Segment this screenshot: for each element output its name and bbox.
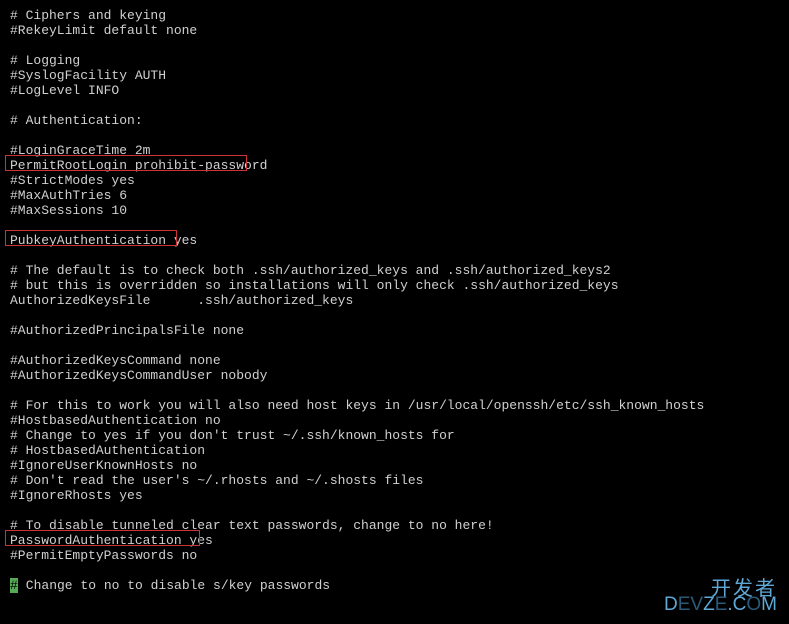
cursor: # xyxy=(10,578,18,593)
config-line: # Ciphers and keying xyxy=(10,8,779,23)
config-file-editor[interactable]: # Ciphers and keying#RekeyLimit default … xyxy=(0,0,789,601)
config-line: #LoginGraceTime 2m xyxy=(10,143,779,158)
config-line: #MaxAuthTries 6 xyxy=(10,188,779,203)
config-line: #AuthorizedKeysCommandUser nobody xyxy=(10,368,779,383)
config-line: # Don't read the user's ~/.rhosts and ~/… xyxy=(10,473,779,488)
config-line xyxy=(10,308,779,323)
config-line: #AuthorizedPrincipalsFile none xyxy=(10,323,779,338)
config-line: #SyslogFacility AUTH xyxy=(10,68,779,83)
config-line xyxy=(10,128,779,143)
config-line: #IgnoreRhosts yes xyxy=(10,488,779,503)
config-line: PasswordAuthentication yes xyxy=(10,533,779,548)
config-line: #AuthorizedKeysCommand none xyxy=(10,353,779,368)
config-line: #IgnoreUserKnownHosts no xyxy=(10,458,779,473)
config-line: # HostbasedAuthentication xyxy=(10,443,779,458)
config-line: #HostbasedAuthentication no xyxy=(10,413,779,428)
config-line: # The default is to check both .ssh/auth… xyxy=(10,263,779,278)
config-line: # but this is overridden so installation… xyxy=(10,278,779,293)
config-line: AuthorizedKeysFile .ssh/authorized_keys xyxy=(10,293,779,308)
config-line: # Change to yes if you don't trust ~/.ss… xyxy=(10,428,779,443)
config-line: #StrictModes yes xyxy=(10,173,779,188)
config-line: #RekeyLimit default none xyxy=(10,23,779,38)
config-line: # Logging xyxy=(10,53,779,68)
config-line: #MaxSessions 10 xyxy=(10,203,779,218)
config-line xyxy=(10,338,779,353)
config-line xyxy=(10,503,779,518)
config-line: PermitRootLogin prohibit-password xyxy=(10,158,779,173)
config-line: # Authentication: xyxy=(10,113,779,128)
config-line xyxy=(10,563,779,578)
config-line xyxy=(10,38,779,53)
config-line xyxy=(10,218,779,233)
config-line: # For this to work you will also need ho… xyxy=(10,398,779,413)
config-line xyxy=(10,248,779,263)
config-line: PubkeyAuthentication yes xyxy=(10,233,779,248)
config-line: #LogLevel INFO xyxy=(10,83,779,98)
config-line xyxy=(10,383,779,398)
config-line: # Change to no to disable s/key password… xyxy=(10,578,779,593)
config-line: # To disable tunneled clear text passwor… xyxy=(10,518,779,533)
config-line xyxy=(10,98,779,113)
config-line: #PermitEmptyPasswords no xyxy=(10,548,779,563)
